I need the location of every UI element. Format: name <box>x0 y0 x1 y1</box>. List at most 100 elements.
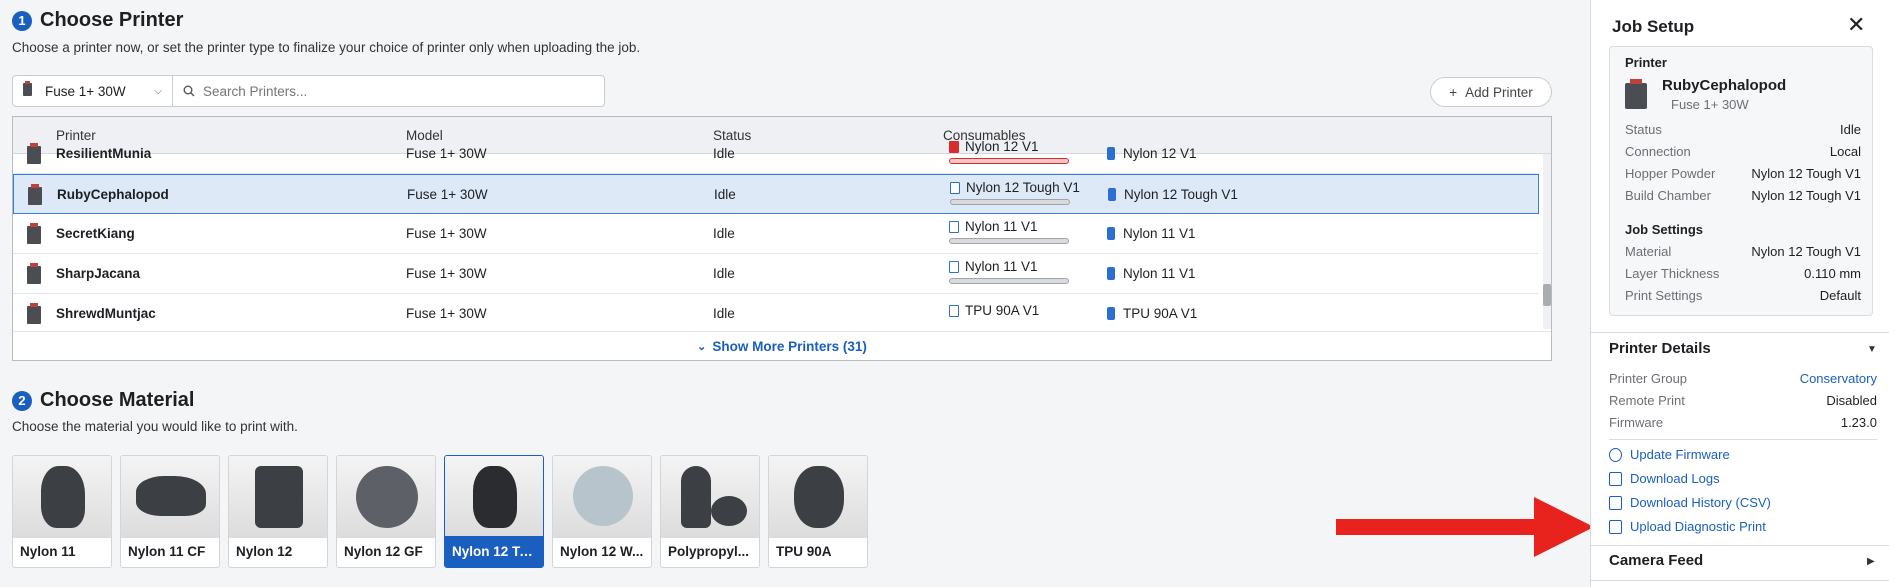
consumable-label: TPU 90A V1 <box>965 303 1040 318</box>
detail-remote-print: Remote Print Disabled <box>1609 393 1877 408</box>
printer-icon <box>1625 79 1647 109</box>
job-settings-heading: Job Settings <box>1625 222 1704 237</box>
bottle-icon <box>1107 227 1115 240</box>
caret-right-icon[interactable]: ▶ <box>1867 556 1875 567</box>
download-icon <box>1609 495 1622 510</box>
material-card[interactable]: Nylon 12 W... <box>552 455 652 568</box>
consumable-label: Nylon 12 Tough V1 <box>1124 187 1238 202</box>
bottle-icon <box>1107 147 1115 160</box>
printer-type-select[interactable]: Fuse 1+ 30W ⌵ <box>13 76 173 106</box>
material-image <box>769 456 867 538</box>
printer-status: Idle <box>713 146 735 161</box>
divider <box>1591 545 1889 546</box>
printer-model: Fuse 1+ 30W <box>406 306 487 321</box>
consumable-label: Nylon 11 V1 <box>965 219 1038 234</box>
material-card[interactable]: TPU 90A <box>768 455 868 568</box>
cartridge-icon <box>949 140 959 153</box>
download-icon <box>1609 471 1622 486</box>
search-box[interactable] <box>173 76 604 106</box>
bottle-icon <box>1108 188 1116 201</box>
table-scrollbar[interactable] <box>1543 154 1551 329</box>
divider <box>1591 580 1889 581</box>
printer-icon <box>27 223 41 244</box>
kv-material: Material Nylon 12 Tough V1 <box>1625 244 1861 259</box>
hopper-consumable: Nylon 12 Tough V1 <box>950 180 1080 205</box>
material-label: TPU 90A <box>776 544 832 559</box>
printer-icon <box>28 184 42 205</box>
material-card[interactable]: Polypropyl... <box>660 455 760 568</box>
kv-layer-thickness: Layer Thickness 0.110 mm <box>1625 266 1861 281</box>
bottle-icon <box>1107 307 1115 320</box>
cartridge-icon <box>949 220 959 233</box>
material-card[interactable]: Nylon 12 <box>228 455 328 568</box>
printer-group-link[interactable]: Conservatory <box>1800 371 1877 386</box>
printer-summary-card: Printer RubyCephalopod Fuse 1+ 30W Statu… <box>1609 46 1873 316</box>
material-image <box>661 456 759 538</box>
printer-model: Fuse 1+ 30W <box>406 266 487 281</box>
add-printer-button[interactable]: + Add Printer <box>1430 77 1552 107</box>
download-logs-link[interactable]: Download Logs <box>1609 471 1720 486</box>
section-title: Choose Material <box>40 389 195 411</box>
show-more-printers-button[interactable]: ⌄ Show More Printers (31) <box>13 331 1551 360</box>
table-row[interactable]: ResilientMunia Fuse 1+ 30W Idle Nylon 12… <box>13 134 1539 174</box>
material-label: Nylon 12 W... <box>560 544 644 559</box>
printer-model: Fuse 1+ 30W <box>407 187 488 202</box>
bottle-icon <box>1107 267 1115 280</box>
table-row-selected[interactable]: RubyCephalopod Fuse 1+ 30W Idle Nylon 12… <box>13 174 1539 214</box>
close-icon[interactable]: ✕ <box>1847 12 1865 38</box>
material-card-selected[interactable]: Nylon 12 To... <box>444 455 544 568</box>
material-label: Polypropyl... <box>668 544 750 559</box>
material-label: Nylon 11 <box>20 544 76 559</box>
printer-icon <box>27 143 41 164</box>
choose-material-heading: 2 Choose Material <box>12 389 194 412</box>
cartridge-icon <box>950 181 960 194</box>
printer-icon <box>27 263 41 284</box>
step-badge: 2 <box>12 390 32 411</box>
scrollbar-thumb[interactable] <box>1543 284 1551 306</box>
section-subtitle: Choose the material you would like to pr… <box>12 419 298 434</box>
material-label: Nylon 11 CF <box>128 544 206 559</box>
divider <box>1591 332 1889 333</box>
plus-icon: + <box>1449 84 1458 100</box>
job-setup-panel: Job Setup ✕ Printer RubyCephalopod Fuse … <box>1590 0 1889 587</box>
build-chamber-consumable: Nylon 12 Tough V1 <box>1108 187 1238 202</box>
refresh-icon <box>1609 447 1622 462</box>
material-card[interactable]: Nylon 12 GF <box>336 455 436 568</box>
material-image <box>337 456 435 538</box>
printer-name: RubyCephalopod <box>57 187 169 202</box>
table-row[interactable]: ShrewdMuntjac Fuse 1+ 30W Idle TPU 90A V… <box>13 294 1539 334</box>
caret-down-icon[interactable]: ▼ <box>1867 344 1877 355</box>
consumable-label: TPU 90A V1 <box>1123 306 1198 321</box>
consumable-label: Nylon 12 V1 <box>1123 146 1197 161</box>
cartridge-icon <box>949 260 959 273</box>
consumable-label: Nylon 11 V1 <box>1123 226 1196 241</box>
search-input[interactable] <box>203 83 583 99</box>
divider <box>1609 439 1877 440</box>
update-firmware-link[interactable]: Update Firmware <box>1609 447 1730 462</box>
download-history-link[interactable]: Download History (CSV) <box>1609 495 1771 510</box>
material-label: Nylon 12 To... <box>445 536 543 567</box>
material-card[interactable]: Nylon 11 <box>12 455 112 568</box>
cartridge-icon <box>949 304 959 317</box>
consumable-label: Nylon 11 V1 <box>965 259 1038 274</box>
printer-model: Fuse 1+ 30W <box>406 146 487 161</box>
camera-feed-heading[interactable]: Camera Feed <box>1609 552 1703 569</box>
table-row[interactable]: SecretKiang Fuse 1+ 30W Idle Nylon 11 V1… <box>13 214 1539 254</box>
material-card[interactable]: Nylon 11 CF <box>120 455 220 568</box>
kv-connection: Connection Local <box>1625 144 1861 159</box>
upload-icon <box>1609 519 1622 534</box>
printer-table: Printer Model Status Consumables Resilie… <box>12 116 1552 361</box>
printer-model: Fuse 1+ 30W <box>406 226 487 241</box>
printer-type-value: Fuse 1+ 30W <box>45 83 126 99</box>
material-label: Nylon 12 <box>236 544 293 559</box>
table-row[interactable]: SharpJacana Fuse 1+ 30W Idle Nylon 11 V1… <box>13 254 1539 294</box>
kv-print-settings: Print Settings Default <box>1625 288 1861 303</box>
printer-details-heading[interactable]: Printer Details <box>1609 340 1711 357</box>
material-image <box>553 456 651 538</box>
printer-heading: Printer <box>1625 55 1667 70</box>
consumable-level-bar <box>949 158 1069 164</box>
red-arrow-annotation <box>1336 497 1594 557</box>
upload-diagnostic-print-link[interactable]: Upload Diagnostic Print <box>1609 519 1766 534</box>
hopper-consumable: Nylon 11 V1 <box>949 219 1069 244</box>
printer-status: Idle <box>713 226 735 241</box>
